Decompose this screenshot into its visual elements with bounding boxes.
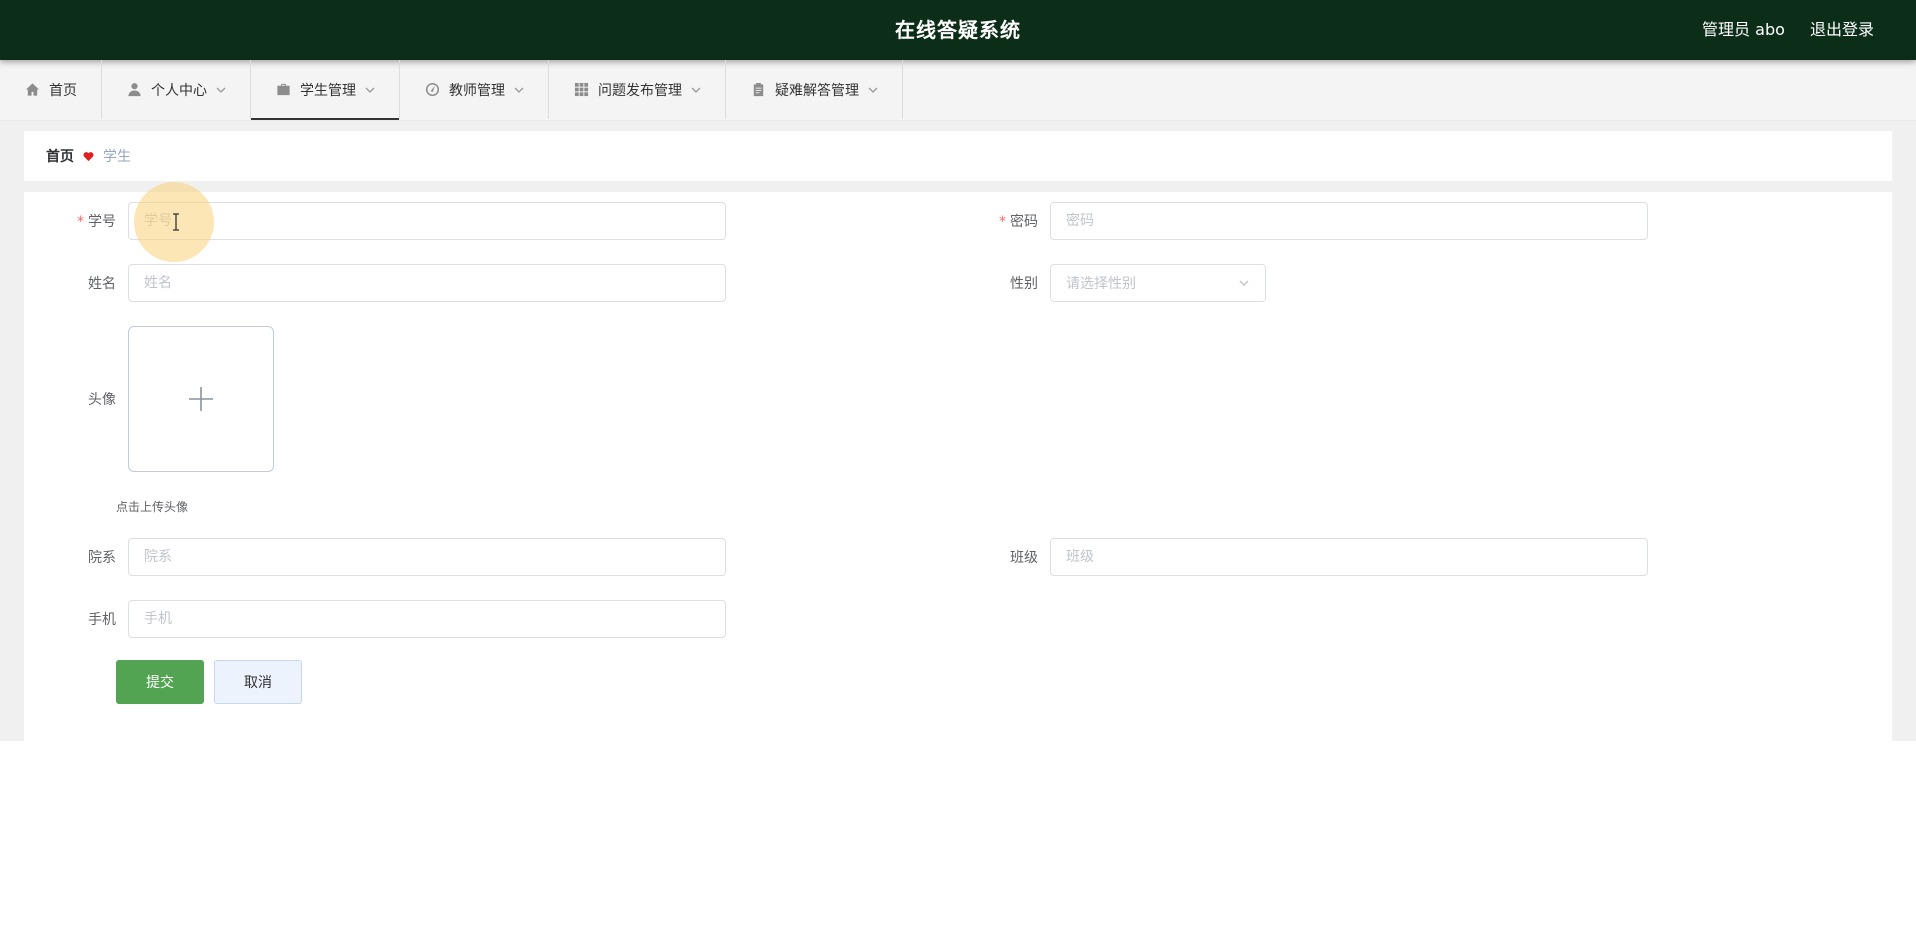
home-icon — [24, 82, 40, 98]
password-input[interactable] — [1050, 202, 1648, 240]
student-id-label: * 学号 — [48, 211, 128, 231]
department-label: 院系 — [88, 550, 116, 566]
chevron-down-icon — [514, 85, 524, 95]
breadcrumb-current: 学生 — [103, 149, 131, 165]
password-label-text: 密码 — [1010, 214, 1038, 230]
avatar-upload-button[interactable] — [128, 326, 274, 472]
avatar-label: 头像 — [88, 392, 116, 408]
heart-icon — [83, 151, 94, 162]
form-row-class: 班级 — [970, 538, 1648, 576]
chevron-down-icon — [691, 85, 701, 95]
breadcrumb: 首页 学生 — [24, 131, 1892, 181]
chevron-down-icon — [365, 85, 375, 95]
breadcrumb-home[interactable]: 首页 — [46, 146, 74, 166]
avatar-upload-tip: 点击上传头像 — [116, 500, 189, 514]
phone-input[interactable] — [128, 600, 726, 638]
student-id-label-text: 学号 — [88, 214, 116, 230]
gender-select[interactable]: 请选择性别 — [1050, 264, 1266, 302]
nav-item-question-management[interactable]: 问题发布管理 — [549, 60, 726, 119]
form-row-name: 姓名 — [48, 264, 726, 302]
nav-item-label: 疑难解答管理 — [775, 82, 859, 99]
top-header: 在线答疑系统 管理员 abo 退出登录 — [0, 0, 1916, 60]
required-mark: * — [77, 214, 84, 230]
student-id-input[interactable] — [128, 202, 726, 240]
class-input[interactable] — [1050, 538, 1648, 576]
grid-icon — [573, 82, 589, 98]
user-icon — [126, 82, 142, 98]
gender-label: 性别 — [1010, 276, 1038, 292]
submit-button[interactable]: 提交 — [116, 660, 204, 704]
nav-item-home[interactable]: 首页 — [0, 60, 102, 119]
nav-item-answer-management[interactable]: 疑难解答管理 — [726, 60, 903, 119]
form-row-phone: 手机 — [48, 600, 726, 638]
required-mark: * — [999, 214, 1006, 230]
nav-item-label: 个人中心 — [151, 82, 207, 99]
name-label: 姓名 — [88, 276, 116, 292]
password-label: * 密码 — [970, 211, 1050, 231]
form-row-gender: 性别 请选择性别 — [970, 264, 1266, 302]
form-row-student-id: * 学号 — [48, 202, 726, 240]
gender-select-placeholder: 请选择性别 — [1066, 276, 1136, 292]
form-row-avatar: 头像 — [48, 326, 274, 472]
dashboard-icon — [424, 82, 440, 98]
nav-item-student-management[interactable]: 学生管理 — [251, 60, 400, 120]
department-input[interactable] — [128, 538, 726, 576]
form-row-department: 院系 — [48, 538, 726, 576]
student-form: *学号 *密码 姓名 性别 请选择性别 头像 点击上传头像 — [24, 182, 1892, 741]
nav-item-label: 学生管理 — [300, 82, 356, 99]
chevron-down-icon — [216, 85, 226, 95]
plus-icon — [189, 387, 213, 411]
nav-item-personal-center[interactable]: 个人中心 — [102, 60, 251, 119]
logout-link[interactable]: 退出登录 — [1810, 20, 1874, 39]
header-user-area: 管理员 abo 退出登录 — [1682, 0, 1874, 60]
nav-item-label: 问题发布管理 — [598, 82, 682, 99]
class-label: 班级 — [1010, 550, 1038, 566]
main-content: 首页 学生 *学号 *密码 姓名 性别 请选择性别 头像 — [0, 121, 1916, 741]
current-user-label: 管理员 abo — [1702, 20, 1785, 39]
app-title: 在线答疑系统 — [895, 18, 1021, 42]
name-input[interactable] — [128, 264, 726, 302]
form-row-password: * 密码 — [970, 202, 1648, 240]
nav-item-teacher-management[interactable]: 教师管理 — [400, 60, 549, 119]
cancel-button[interactable]: 取消 — [214, 660, 302, 704]
chevron-down-icon — [868, 85, 878, 95]
form-actions: 提交 取消 — [116, 660, 302, 704]
briefcase-icon — [275, 82, 291, 98]
nav-item-label: 首页 — [49, 82, 77, 99]
nav-item-label: 教师管理 — [449, 82, 505, 99]
top-nav: 首页 个人中心 学生管理 教师管理 问题发布管理 疑难解答管理 — [0, 60, 1916, 121]
phone-label: 手机 — [88, 612, 116, 628]
chevron-down-icon — [1239, 280, 1249, 286]
clipboard-icon — [750, 82, 766, 98]
